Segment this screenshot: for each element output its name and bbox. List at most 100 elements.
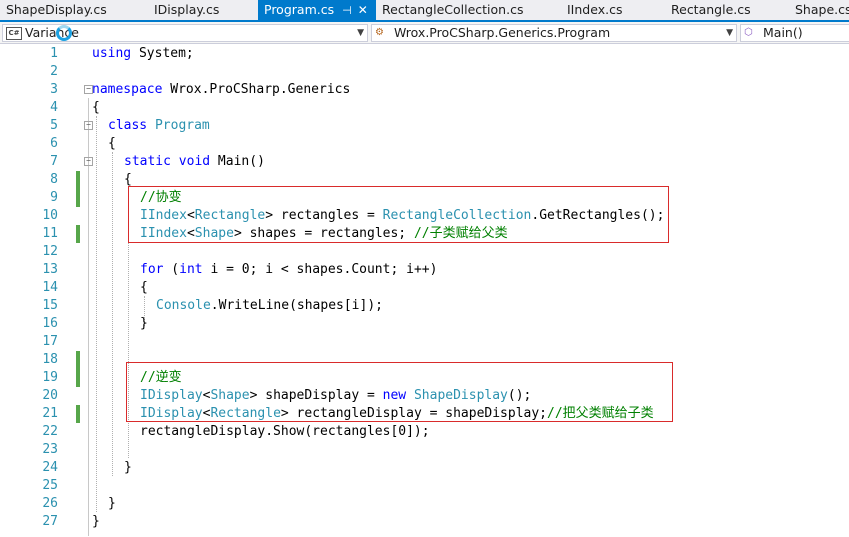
tab-rectanglecollection[interactable]: RectangleCollection.cs bbox=[376, 0, 561, 20]
line-number: 2 bbox=[50, 64, 58, 79]
code-line[interactable]: 22 rectangleDisplay.Show(rectangles[0]); bbox=[0, 423, 849, 441]
change-marker bbox=[76, 171, 80, 189]
line-number: 18 bbox=[42, 352, 58, 367]
code-token: void bbox=[178, 154, 211, 169]
code-text: using System; bbox=[92, 45, 194, 63]
code-text: rectangleDisplay.Show(rectangles[0]); bbox=[140, 423, 430, 441]
code-line[interactable]: 17 bbox=[0, 333, 849, 351]
code-token: } bbox=[140, 316, 148, 331]
code-token: Wrox.ProCSharp.Generics bbox=[162, 82, 351, 97]
code-line[interactable]: 12 bbox=[0, 243, 849, 261]
line-number: 27 bbox=[42, 514, 58, 529]
code-line[interactable]: 24} bbox=[0, 459, 849, 477]
tab-idisplay[interactable]: IDisplay.cs bbox=[148, 0, 258, 20]
covariance-highlight-box bbox=[128, 186, 669, 243]
code-text: static void Main() bbox=[124, 153, 265, 171]
tab-shapedisplay[interactable]: ShapeDisplay.cs bbox=[0, 0, 148, 20]
code-line[interactable]: 3 namespace Wrox.ProCSharp.Generics bbox=[0, 81, 849, 99]
line-number: 7 bbox=[50, 154, 58, 169]
code-token: static bbox=[124, 154, 171, 169]
code-text: { bbox=[108, 135, 116, 153]
code-token: { bbox=[140, 280, 148, 295]
code-line[interactable]: 25 bbox=[0, 477, 849, 495]
code-line[interactable]: 16} bbox=[0, 315, 849, 333]
tab-label: ShapeDisplay.cs bbox=[6, 2, 107, 17]
csharp-project-icon: C# bbox=[6, 27, 22, 40]
code-token: { bbox=[124, 172, 132, 187]
code-token: { bbox=[92, 100, 100, 115]
change-marker bbox=[76, 225, 80, 243]
code-line[interactable]: 14 { bbox=[0, 279, 849, 297]
method-icon: ⬡ bbox=[744, 27, 753, 38]
code-text: } bbox=[92, 513, 100, 531]
code-token: for bbox=[140, 262, 164, 277]
code-token: } bbox=[108, 496, 116, 511]
tab-label: Shape.cs bbox=[795, 2, 849, 17]
tab-shape[interactable]: Shape.cs bbox=[789, 0, 849, 20]
code-token: } bbox=[92, 514, 100, 529]
code-token: .WriteLine(shapes[i]); bbox=[210, 298, 383, 313]
member-dropdown[interactable]: ⬡ Main() bbox=[740, 24, 849, 42]
line-number: 20 bbox=[42, 388, 58, 403]
line-number: 15 bbox=[42, 298, 58, 313]
document-tab-bar: ShapeDisplay.cs IDisplay.cs Program.cs ⊣ ✕… bbox=[0, 0, 849, 22]
line-number: 13 bbox=[42, 262, 58, 277]
line-number: 17 bbox=[42, 334, 58, 349]
tab-iindex[interactable]: IIndex.cs bbox=[561, 0, 665, 20]
code-line[interactable]: 27} bbox=[0, 513, 849, 531]
close-icon[interactable]: ✕ bbox=[358, 3, 368, 17]
line-number: 23 bbox=[42, 442, 58, 457]
code-line[interactable]: 23 bbox=[0, 441, 849, 459]
class-dropdown[interactable]: ⚙ Wrox.ProCSharp.Generics.Program ▼ bbox=[371, 24, 737, 42]
code-text: { bbox=[140, 279, 148, 297]
line-number: 6 bbox=[50, 136, 58, 151]
line-number: 1 bbox=[50, 46, 58, 61]
tab-program[interactable]: Program.cs ⊣ ✕ bbox=[258, 0, 376, 20]
tab-rectangle[interactable]: Rectangle.cs bbox=[665, 0, 789, 20]
code-text: Console.WriteLine(shapes[i]); bbox=[156, 297, 383, 315]
line-number: 12 bbox=[42, 244, 58, 259]
code-line[interactable]: 13 for (int i = 0; i < shapes.Count; i++) bbox=[0, 261, 849, 279]
code-token: System; bbox=[131, 46, 194, 61]
code-token: int bbox=[179, 262, 203, 277]
code-token: namespace bbox=[92, 82, 163, 97]
code-line[interactable]: 6{ bbox=[0, 135, 849, 153]
code-text: namespace Wrox.ProCSharp.Generics bbox=[92, 81, 350, 99]
pin-icon[interactable]: ⊣ bbox=[342, 4, 352, 17]
code-text: { bbox=[92, 99, 100, 117]
code-token: { bbox=[108, 136, 116, 151]
chevron-down-icon[interactable]: ▼ bbox=[357, 25, 364, 41]
chevron-down-icon[interactable]: ▼ bbox=[726, 25, 733, 41]
code-token: class bbox=[108, 118, 148, 133]
code-line[interactable]: 5 class Program bbox=[0, 117, 849, 135]
code-text: for (int i = 0; i < shapes.Count; i++) bbox=[140, 261, 437, 279]
code-line[interactable]: 7 static void Main() bbox=[0, 153, 849, 171]
code-text: } bbox=[140, 315, 148, 333]
code-token: Main() bbox=[210, 154, 265, 169]
code-token: ( bbox=[163, 262, 180, 277]
code-text: } bbox=[124, 459, 132, 477]
code-text: class Program bbox=[108, 117, 210, 135]
line-number: 9 bbox=[50, 190, 58, 205]
code-line[interactable]: 4{ bbox=[0, 99, 849, 117]
line-number: 19 bbox=[42, 370, 58, 385]
code-line[interactable]: 2 bbox=[0, 63, 849, 81]
line-number: 4 bbox=[50, 100, 58, 115]
change-marker bbox=[76, 405, 80, 423]
code-text: } bbox=[108, 495, 116, 513]
code-line[interactable]: 1 using System; bbox=[0, 45, 849, 63]
line-number: 5 bbox=[50, 118, 58, 133]
navigation-bar: C# Variance ▼ ⚙ Wrox.ProCSharp.Generics.… bbox=[0, 22, 849, 44]
code-line[interactable]: 26} bbox=[0, 495, 849, 513]
line-number: 10 bbox=[42, 208, 58, 223]
code-token: } bbox=[124, 460, 132, 475]
line-number: 3 bbox=[50, 82, 58, 97]
change-marker bbox=[76, 189, 80, 207]
code-token: Program bbox=[154, 118, 210, 133]
code-line[interactable]: 15 Console.WriteLine(shapes[i]); bbox=[0, 297, 849, 315]
code-token: i = 0; i < shapes.Count; i++) bbox=[202, 262, 438, 277]
tab-label: Rectangle.cs bbox=[671, 2, 751, 17]
code-editor[interactable]: − − − 1 using System; 2 3 namespace Wrox.Pro… bbox=[0, 44, 849, 537]
member-name: Main() bbox=[763, 25, 803, 40]
